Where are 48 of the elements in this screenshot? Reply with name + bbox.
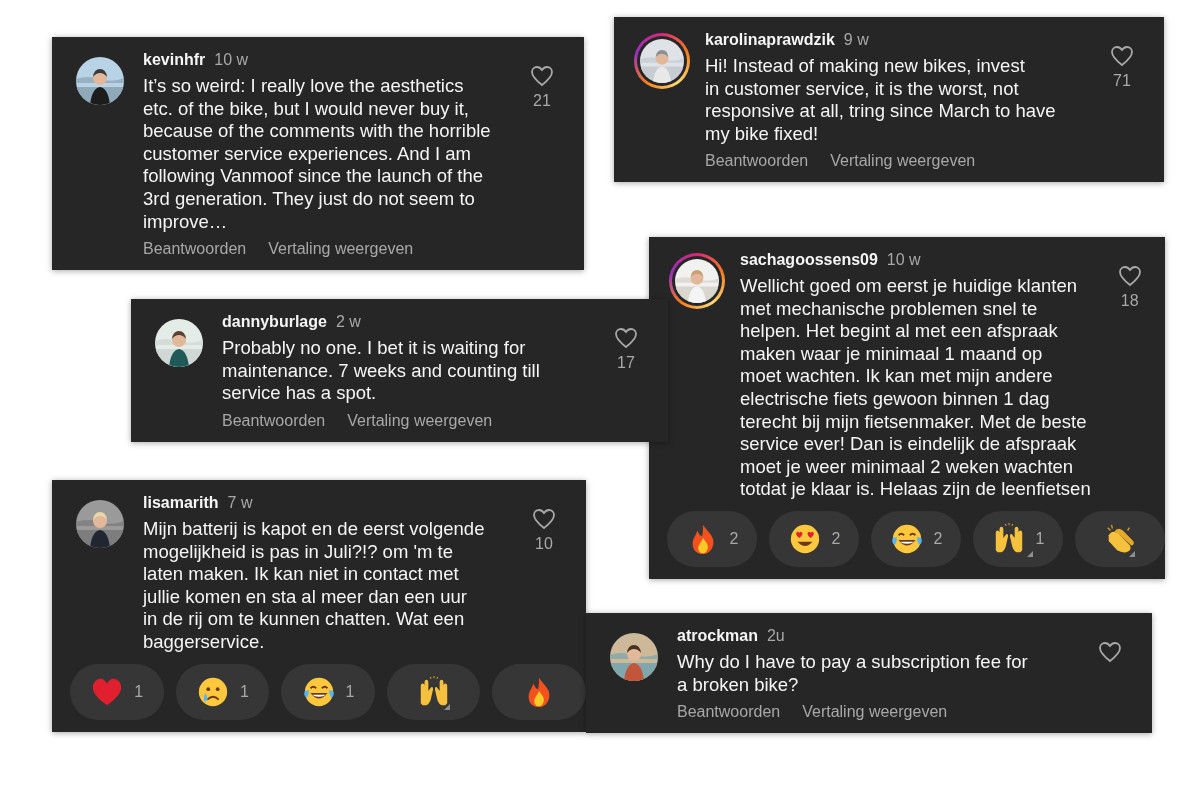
comment-text: Probably no one. I bet it is waiting for maintenance. 7 weeks and counting till service has a spot. (222, 337, 541, 405)
comment-time: 10 w (214, 51, 249, 69)
username[interactable]: karolinaprawdzik (705, 31, 835, 49)
comment-text: Hi! Instead of making new bikes, invest in customer service, it is the worst, not responsive at all, tring since March to have my bike fixed! (705, 55, 1057, 146)
comment-text: Why do I have to pay a subscription fee for a broken bike? (677, 651, 1029, 697)
comment-text: Mijn batterij is kapot en de eerst volgende mogelijkheid is pas in Juli?!? om 'm te laten maken. Ik kan niet in contact met jullie komen en sta al meer dan een uur in de rij om te kunnen chatten. Wat een baggerservice. (143, 518, 486, 654)
reaction-chip[interactable] (1075, 510, 1165, 567)
username[interactable]: sachagoossens09 (740, 251, 878, 269)
comment-text: It’s so weird: I really love the aesthetics etc. of the bike, but I would never buy it, because of the comments with the horrible customer service experiences. And I am following Vanmoof since the launch of the 3rd generation. They just do not seem to improve… (143, 75, 492, 234)
reaction-chip[interactable]: 2 (871, 510, 961, 567)
comment-action[interactable]: Vertaling weergeven (268, 240, 414, 259)
comment-action[interactable]: Beantwoorden (222, 411, 326, 430)
heart-icon[interactable] (1110, 45, 1134, 67)
like-count: 21 (533, 92, 551, 110)
like-count: 10 (535, 535, 553, 553)
reaction-chip[interactable]: 2 (667, 510, 757, 567)
comment-action[interactable]: Beantwoorden (677, 703, 781, 722)
comment-action[interactable]: Vertaling weergeven (830, 152, 976, 171)
comment-action[interactable]: Beantwoorden (143, 240, 247, 259)
username[interactable]: dannyburlage (222, 313, 327, 331)
heart-icon[interactable] (1117, 265, 1142, 287)
heart-icon[interactable] (1098, 641, 1122, 663)
reaction-chip[interactable]: 1 (973, 510, 1063, 567)
comment-action[interactable]: Vertaling weergeven (347, 411, 493, 430)
reaction-chip[interactable]: 1 (281, 663, 375, 720)
comment-time: 9 w (843, 31, 869, 49)
reaction-chip[interactable]: 2 (769, 510, 859, 567)
story-ring[interactable] (634, 33, 690, 89)
comment-time: 2 w (335, 313, 361, 331)
like-count: 71 (1113, 72, 1131, 90)
like-count: 17 (617, 354, 635, 372)
heart-icon[interactable] (532, 508, 556, 530)
comment-time: 10 w (886, 251, 921, 269)
comment-text: Wellicht goed om eerst je huidige klanten met mechanische problemen snel te helpen. Het begint al met een afspraak maken waar je minimaal 1 maand op moet wachten. Ik kan met mijn andere electrische fiets gewoon binnen 1 dag terecht bij mijn fietsenmaker. Met de beste service ever! Dan is eindelijk de afspraak moet je weer minimaal 2 weken wachten totdat je klaar is. Helaas zijn de leenfietsen (740, 275, 1091, 501)
username[interactable]: kevinhfr (143, 51, 206, 69)
comment-time: 7 w (227, 494, 253, 512)
reaction-chip[interactable]: 1 (70, 663, 164, 720)
comment-action[interactable]: Beantwoorden (705, 152, 809, 171)
comment-action[interactable]: Vertaling weergeven (802, 703, 948, 722)
reaction-chip[interactable]: 1 (175, 663, 270, 720)
like-count: 18 (1120, 292, 1139, 310)
username[interactable]: atrockman (677, 627, 758, 645)
heart-icon[interactable] (530, 65, 554, 87)
username[interactable]: lisamarith (143, 494, 219, 512)
story-ring[interactable] (669, 253, 725, 309)
heart-icon[interactable] (614, 327, 638, 349)
comment-time: 2u (766, 627, 785, 645)
reaction-chip[interactable] (492, 663, 586, 720)
